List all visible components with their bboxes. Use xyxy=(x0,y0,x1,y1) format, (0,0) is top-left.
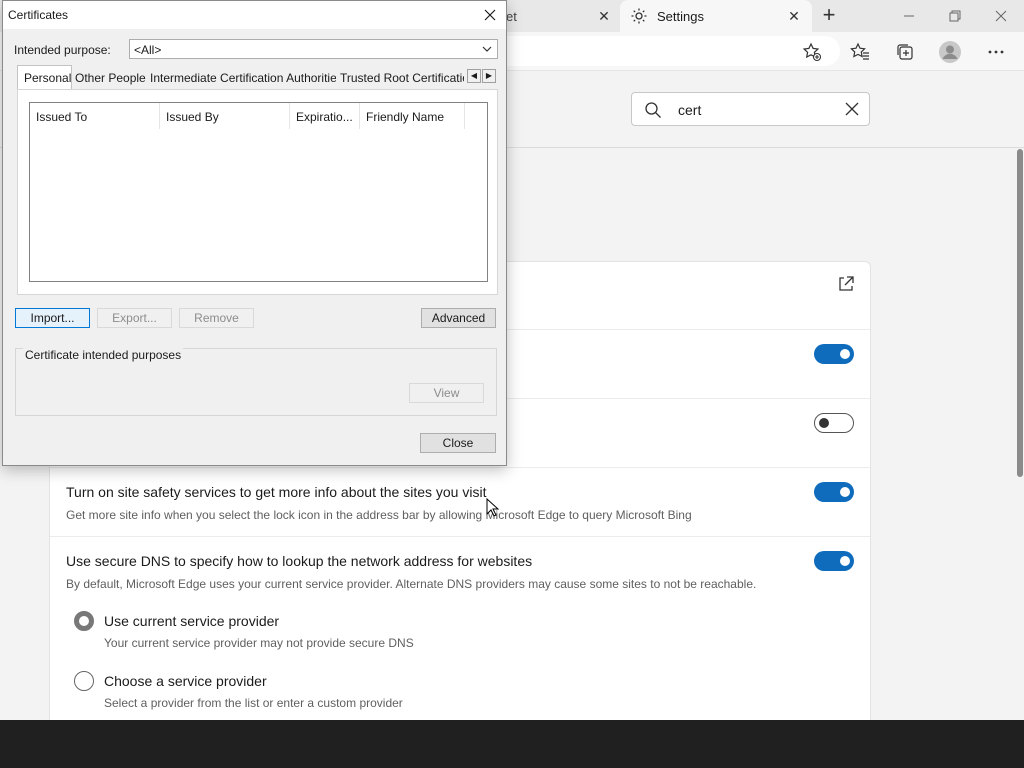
remove-button[interactable]: Remove xyxy=(179,308,254,328)
tab-personal[interactable]: Personal xyxy=(17,65,72,89)
certificate-list[interactable]: Issued To Issued By Expiratio... Friendl… xyxy=(29,102,488,282)
dns-option-label: Choose a service provider xyxy=(104,673,267,689)
site-safety-toggle[interactable] xyxy=(814,482,854,502)
favorites-icon[interactable] xyxy=(849,41,871,63)
more-options-icon[interactable] xyxy=(985,41,1007,63)
setting-row-description: By default, Microsoft Edge uses your cur… xyxy=(66,577,757,591)
tab-scroll-right-icon[interactable]: ▶ xyxy=(482,69,496,83)
column-issued-to[interactable]: Issued To xyxy=(30,103,160,129)
certificate-tabs: Personal Other People Intermediate Certi… xyxy=(17,65,497,89)
chevron-down-icon xyxy=(482,46,492,52)
column-issued-by[interactable]: Issued By xyxy=(160,103,290,129)
dns-option-description: Your current service provider may not pr… xyxy=(104,636,414,650)
clear-search-icon[interactable] xyxy=(843,100,861,118)
mouse-cursor-icon xyxy=(486,498,500,517)
tab-other-people[interactable]: Other People xyxy=(75,67,147,89)
tab-scroll-left-icon[interactable]: ◀ xyxy=(467,69,481,83)
dialog-close-button[interactable]: Close xyxy=(420,433,496,453)
setting-row-title: Use secure DNS to specify how to lookup … xyxy=(66,553,533,569)
dns-option-description: Select a provider from the list or enter… xyxy=(104,696,403,710)
address-bar[interactable] xyxy=(480,36,840,66)
intended-purpose-value: <All> xyxy=(134,43,162,57)
certificate-purposes-group: Certificate intended purposes View xyxy=(15,348,497,416)
intended-purpose-label: Intended purpose: xyxy=(14,43,111,57)
profile-avatar[interactable] xyxy=(939,41,961,63)
tab-settings-label: Settings xyxy=(657,8,704,24)
new-tab-icon[interactable]: + xyxy=(818,4,840,27)
window-close-icon[interactable] xyxy=(978,0,1024,32)
close-icon[interactable]: ✕ xyxy=(596,8,612,24)
settings-search-input[interactable]: cert xyxy=(631,92,870,126)
smartscreen-toggle[interactable] xyxy=(814,344,854,364)
gear-icon xyxy=(631,8,647,24)
setting-row-description: Get more site info when you select the l… xyxy=(66,508,692,522)
column-expiration[interactable]: Expiratio... xyxy=(290,103,360,129)
collections-icon[interactable] xyxy=(894,41,916,63)
dns-option-label: Use current service provider xyxy=(104,613,280,629)
dns-choose-provider-radio[interactable] xyxy=(74,671,94,691)
page-scrollbar[interactable] xyxy=(1014,147,1024,721)
block-unwanted-toggle[interactable] xyxy=(814,413,854,433)
column-friendly-name[interactable]: Friendly Name xyxy=(360,103,465,129)
tab-intermediate-ca[interactable]: Intermediate Certification Authorities xyxy=(150,67,336,89)
group-label: Certificate intended purposes xyxy=(23,348,184,362)
close-icon[interactable] xyxy=(478,3,502,27)
setting-row-secure-dns: Use secure DNS to specify how to lookup … xyxy=(50,536,870,736)
minimize-icon[interactable] xyxy=(886,0,932,32)
dialog-titlebar[interactable]: Certificates xyxy=(3,1,506,29)
close-icon[interactable]: ✕ xyxy=(786,8,802,24)
setting-row-title: Turn on site safety services to get more… xyxy=(66,484,487,500)
tab-settings[interactable]: Settings ✕ xyxy=(620,0,812,32)
tab-trusted-root[interactable]: Trusted Root Certification xyxy=(340,67,464,89)
search-icon xyxy=(645,102,661,118)
restore-icon[interactable] xyxy=(932,0,978,32)
certificates-dialog: Certificates Intended purpose: <All> Per… xyxy=(2,0,507,466)
setting-row-site-safety: Turn on site safety services to get more… xyxy=(50,467,870,536)
scrollbar-thumb[interactable] xyxy=(1017,149,1023,477)
personal-tab-panel: Issued To Issued By Expiratio... Friendl… xyxy=(17,89,498,295)
add-favorite-icon[interactable] xyxy=(801,41,823,63)
dialog-title: Certificates xyxy=(8,8,69,22)
import-button[interactable]: Import... xyxy=(15,308,90,328)
intended-purpose-select[interactable]: <All> xyxy=(129,39,498,59)
tab-background-label: et xyxy=(506,8,517,24)
open-external-icon[interactable] xyxy=(837,275,855,293)
dns-current-provider-radio[interactable] xyxy=(74,611,94,631)
secure-dns-toggle[interactable] xyxy=(814,551,854,571)
advanced-button[interactable]: Advanced xyxy=(421,308,496,328)
view-button[interactable]: View xyxy=(409,383,484,403)
export-button[interactable]: Export... xyxy=(97,308,172,328)
screen: et ✕ Settings ✕ + cert Turn on site safe… xyxy=(0,0,1024,768)
taskbar xyxy=(0,720,1024,768)
search-value: cert xyxy=(678,102,702,118)
